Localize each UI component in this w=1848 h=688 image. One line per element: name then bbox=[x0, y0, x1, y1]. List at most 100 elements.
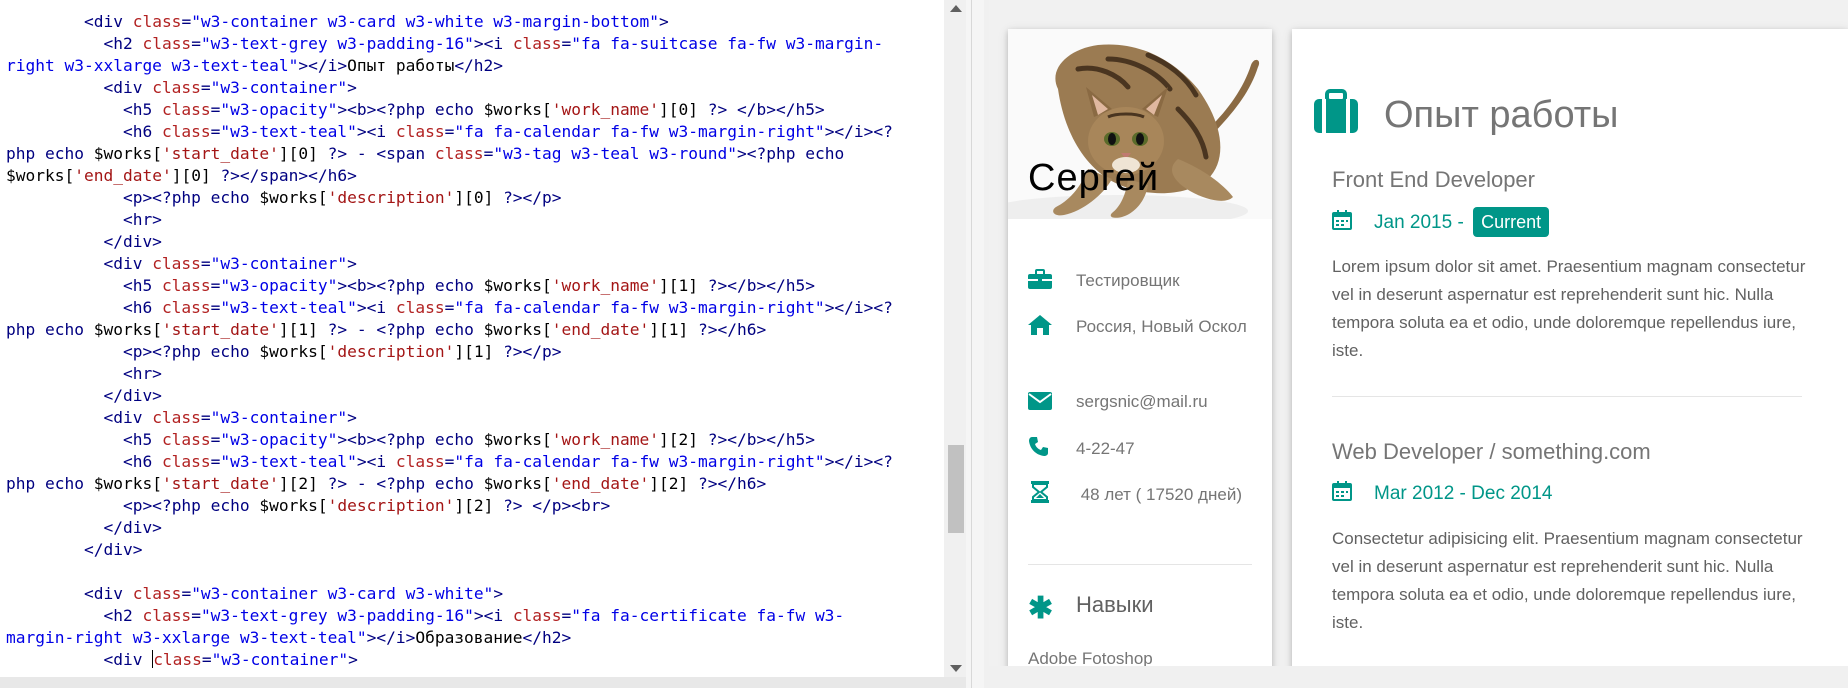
code-line[interactable]: </div> bbox=[6, 385, 941, 407]
splitter-line bbox=[971, 0, 972, 688]
job-name: Web Developer / something.com bbox=[1332, 439, 1651, 464]
code-line[interactable]: php echo $works['start_date'][2] ?> - <?… bbox=[6, 473, 941, 495]
code-line[interactable]: <h5 class="w3-opacity"><b><?php echo $wo… bbox=[6, 275, 941, 297]
code-line[interactable]: right w3-xxlarge w3-text-teal"></i>Опыт … bbox=[6, 55, 941, 77]
code-line[interactable]: <h5 class="w3-opacity"><b><?php echo $wo… bbox=[6, 429, 941, 451]
code-token: ][0] bbox=[659, 100, 708, 119]
code-token: $works[ bbox=[249, 496, 328, 515]
experience-card: Опыт работы Front End Developer Jan 2015… bbox=[1292, 29, 1848, 666]
code-token: "w3-text-teal" bbox=[220, 122, 357, 141]
pane-splitter[interactable] bbox=[966, 0, 984, 688]
code-token: > bbox=[658, 12, 669, 31]
code-line[interactable]: php echo $works['start_date'][1] ?> - <?… bbox=[6, 319, 941, 341]
code-token: = bbox=[444, 298, 455, 317]
code-token: </div> bbox=[6, 518, 162, 537]
profile-photo: Сергей bbox=[1008, 29, 1272, 219]
info-job-text: Тестировщик bbox=[1076, 271, 1180, 290]
code-token: "w3-container" bbox=[210, 408, 348, 427]
code-token: $works[ bbox=[83, 474, 162, 493]
job-dates: Jan 2015 - Current bbox=[1332, 207, 1810, 237]
code-line[interactable]: <div class="w3-container"> bbox=[6, 649, 941, 671]
code-line[interactable]: <h2 class="w3-text-grey w3-padding-16"><… bbox=[6, 33, 941, 55]
code-token: ><i bbox=[356, 122, 396, 141]
code-token: class bbox=[161, 452, 211, 471]
code-line[interactable]: php echo $works['start_date'][0] ?> - <s… bbox=[6, 143, 941, 165]
code-line[interactable]: <h5 class="w3-opacity"><b><?php echo $wo… bbox=[6, 99, 941, 121]
code-token: <hr> bbox=[6, 210, 162, 229]
code-token: ></i><? bbox=[824, 298, 893, 317]
code-token: $works[ bbox=[83, 144, 162, 163]
editor-vertical-scrollbar[interactable] bbox=[946, 0, 966, 677]
code-token: = bbox=[444, 122, 455, 141]
info-email-text: sergsnic@mail.ru bbox=[1076, 392, 1208, 411]
info-location: Россия, Новый Оскол bbox=[1028, 313, 1253, 341]
code-line[interactable]: </div> bbox=[6, 231, 941, 253]
code-token: "w3-text-teal" bbox=[220, 452, 357, 471]
code-line[interactable]: <div class="w3-container"> bbox=[6, 77, 941, 99]
code-token: $works[ bbox=[249, 188, 328, 207]
briefcase-icon bbox=[1028, 269, 1052, 289]
code-line[interactable]: <p><?php echo $works['description'][0] ?… bbox=[6, 187, 941, 209]
code-line[interactable]: <p><?php echo $works['description'][1] ?… bbox=[6, 341, 941, 363]
code-token: ][2] bbox=[278, 474, 328, 493]
code-line[interactable]: margin-right w3-xxlarge w3-text-teal"></… bbox=[6, 627, 941, 649]
job-dates: Mar 2012 - Dec 2014 bbox=[1332, 479, 1810, 509]
code-line[interactable]: </div> bbox=[6, 517, 941, 539]
info-phone-text: 4-22-47 bbox=[1076, 439, 1135, 458]
code-token: = bbox=[191, 606, 201, 625]
code-editor[interactable]: <div class="w3-container w3-card w3-whit… bbox=[0, 0, 944, 677]
code-token: = bbox=[181, 584, 192, 603]
code-line[interactable]: <div class="w3-container w3-card w3-whit… bbox=[6, 583, 941, 605]
code-token: class bbox=[161, 100, 211, 119]
code-token: class bbox=[142, 606, 192, 625]
code-token: php echo bbox=[395, 474, 474, 493]
code-line[interactable]: <h6 class="w3-text-teal"><i class="fa fa… bbox=[6, 297, 941, 319]
code-text-area[interactable]: <div class="w3-container w3-card w3-whit… bbox=[6, 11, 941, 671]
code-line[interactable]: </div> bbox=[6, 539, 941, 561]
code-line[interactable]: <hr> bbox=[6, 363, 941, 385]
code-line[interactable]: <p><?php echo $works['description'][2] ?… bbox=[6, 495, 941, 517]
code-token: class bbox=[142, 34, 192, 53]
code-token: class bbox=[161, 276, 211, 295]
info-age: 48 лет ( 17520 дней) bbox=[1028, 481, 1253, 509]
code-token: </div> bbox=[6, 540, 143, 559]
code-line[interactable]: <div class="w3-container"> bbox=[6, 407, 941, 429]
code-token: ><b><? bbox=[337, 276, 396, 295]
code-token: $works[ bbox=[473, 430, 552, 449]
code-line[interactable]: <h2 class="w3-text-grey w3-padding-16"><… bbox=[6, 605, 941, 627]
code-token: <p><? bbox=[6, 342, 172, 361]
code-line[interactable]: $works['end_date'][0] ?></span></h6> bbox=[6, 165, 941, 187]
code-token: ></i><? bbox=[824, 122, 893, 141]
code-token: ><b><? bbox=[337, 100, 396, 119]
code-token: ><i bbox=[473, 34, 513, 53]
code-token: ][1] bbox=[278, 320, 328, 339]
code-line[interactable]: <h6 class="w3-text-teal"><i class="fa fa… bbox=[6, 451, 941, 473]
code-token: ><i bbox=[356, 298, 396, 317]
scroll-thumb[interactable] bbox=[948, 445, 964, 533]
editor-horizontal-scrollbar[interactable] bbox=[0, 677, 966, 688]
scroll-up-arrow-icon[interactable] bbox=[950, 5, 962, 12]
experience-title: Опыт работы bbox=[1312, 89, 1618, 137]
code-token: 'start_date' bbox=[161, 474, 279, 493]
profile-divider bbox=[1028, 564, 1252, 565]
code-token: php echo bbox=[6, 320, 84, 339]
code-token: 'start_date' bbox=[161, 320, 279, 339]
code-token: 'start_date' bbox=[161, 144, 279, 163]
code-token: ><i bbox=[473, 606, 513, 625]
code-token: Опыт работы bbox=[347, 56, 455, 75]
scroll-down-arrow-icon[interactable] bbox=[950, 665, 962, 672]
info-job: Тестировщик bbox=[1028, 267, 1253, 295]
code-line[interactable] bbox=[6, 561, 941, 583]
info-location-text: Россия, Новый Оскол bbox=[1076, 317, 1247, 336]
job-divider bbox=[1332, 396, 1802, 397]
code-line[interactable]: <div class="w3-container"> bbox=[6, 253, 941, 275]
code-line[interactable]: <hr> bbox=[6, 209, 941, 231]
code-token: ?> </b></h5> bbox=[707, 100, 825, 119]
code-token: class bbox=[132, 584, 182, 603]
code-token: ></i><? bbox=[824, 452, 893, 471]
asterisk-icon: ✱ bbox=[1028, 592, 1054, 625]
code-line[interactable]: <h6 class="w3-text-teal"><i class="fa fa… bbox=[6, 121, 941, 143]
code-token: $works[ bbox=[6, 166, 75, 185]
code-token: <h6 bbox=[6, 452, 162, 471]
code-line[interactable]: <div class="w3-container w3-card w3-whit… bbox=[6, 11, 941, 33]
